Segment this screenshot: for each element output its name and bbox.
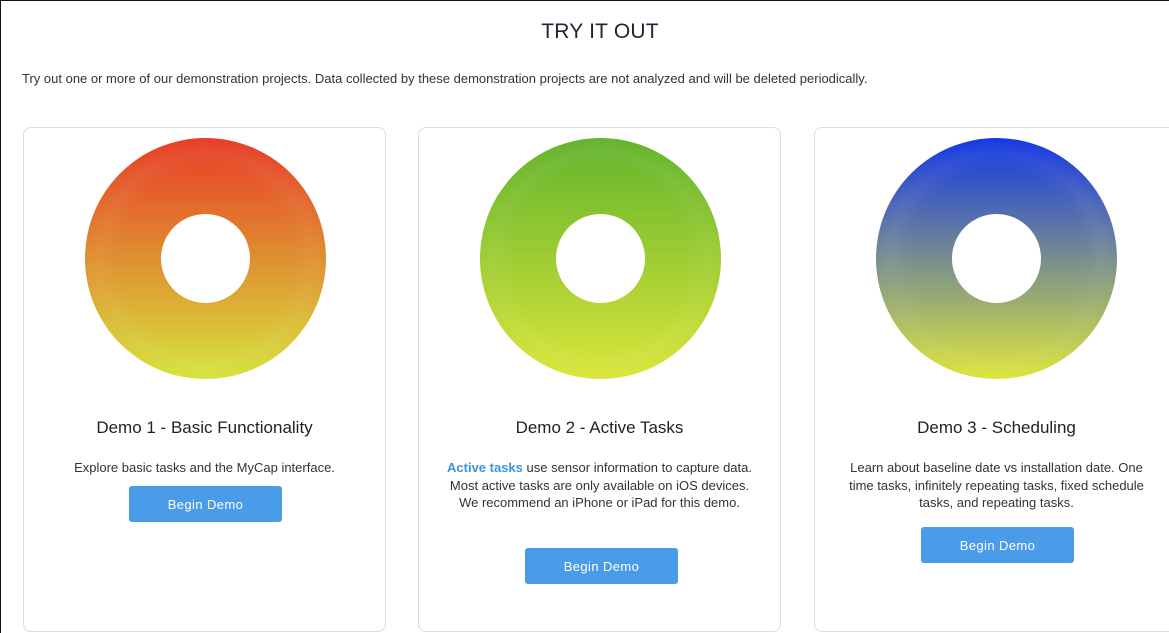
page-title: TRY IT OUT xyxy=(541,20,659,43)
demo-card-1: Demo 1 - Basic Functionality Explore bas… xyxy=(23,127,386,632)
demo-1-title: Demo 1 - Basic Functionality xyxy=(96,418,313,437)
demo-2-ring-hole xyxy=(556,214,645,303)
demo-3-title: Demo 3 - Scheduling xyxy=(917,418,1076,437)
demo-3-begin-button[interactable]: Begin Demo xyxy=(921,527,1074,563)
demo-2-title: Demo 2 - Active Tasks xyxy=(515,418,684,437)
demo-3-ring-hole xyxy=(952,214,1041,303)
intro-text: Try out one or more of our demonstration… xyxy=(22,71,868,86)
demo-1-description: Explore basic tasks and the MyCap interf… xyxy=(74,460,335,475)
demo-1-begin-button[interactable]: Begin Demo xyxy=(129,486,282,522)
active-tasks-link[interactable]: Active tasks xyxy=(447,460,523,475)
demo-card-3: Demo 3 - Scheduling Learn about baseline… xyxy=(814,127,1169,632)
demo-card-2: Demo 2 - Active Tasks Active tasks use s… xyxy=(418,127,781,632)
demo-1-ring-hole xyxy=(161,214,250,303)
demo-2-description: Active tasks use sensor information to c… xyxy=(443,459,756,512)
demo-3-description: Learn about baseline date vs installatio… xyxy=(849,460,1144,510)
demo-2-begin-button[interactable]: Begin Demo xyxy=(525,548,678,584)
